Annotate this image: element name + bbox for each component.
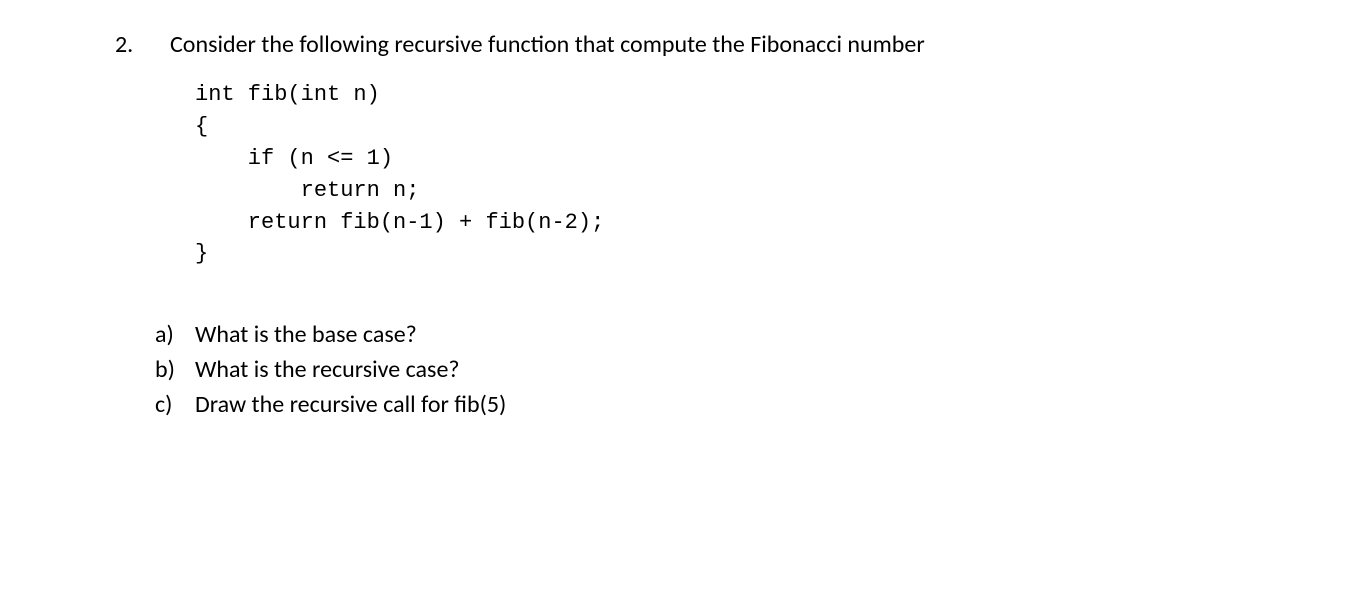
subquestion-letter: b) [155,355,195,384]
subquestion-text: What is the base case? [195,320,1260,349]
code-line-5: return fib(n-1) + fib(n-2); [195,210,604,235]
code-line-6: } [195,241,208,266]
subquestion-text: Draw the recursive call for fib(5) [195,390,1260,419]
subquestions-list: a) What is the base case? b) What is the… [155,320,1260,419]
subquestion-c: c) Draw the recursive call for fib(5) [155,390,1260,419]
subquestion-text: What is the recursive case? [195,355,1260,384]
code-line-4: return n; [195,178,419,203]
code-line-1: int fib(int n) [195,82,380,107]
subquestion-b: b) What is the recursive case? [155,355,1260,384]
code-line-3: if (n <= 1) [195,146,393,171]
subquestion-letter: a) [155,320,195,349]
question-header: 2. Consider the following recursive func… [100,30,1260,59]
question-number: 2. [100,30,170,59]
question-text: Consider the following recursive functio… [170,30,1260,59]
subquestion-letter: c) [155,390,195,419]
document-container: 2. Consider the following recursive func… [0,0,1360,455]
subquestion-a: a) What is the base case? [155,320,1260,349]
code-line-2: { [195,114,208,139]
code-block: int fib(int n) { if (n <= 1) return n; r… [195,79,1260,270]
